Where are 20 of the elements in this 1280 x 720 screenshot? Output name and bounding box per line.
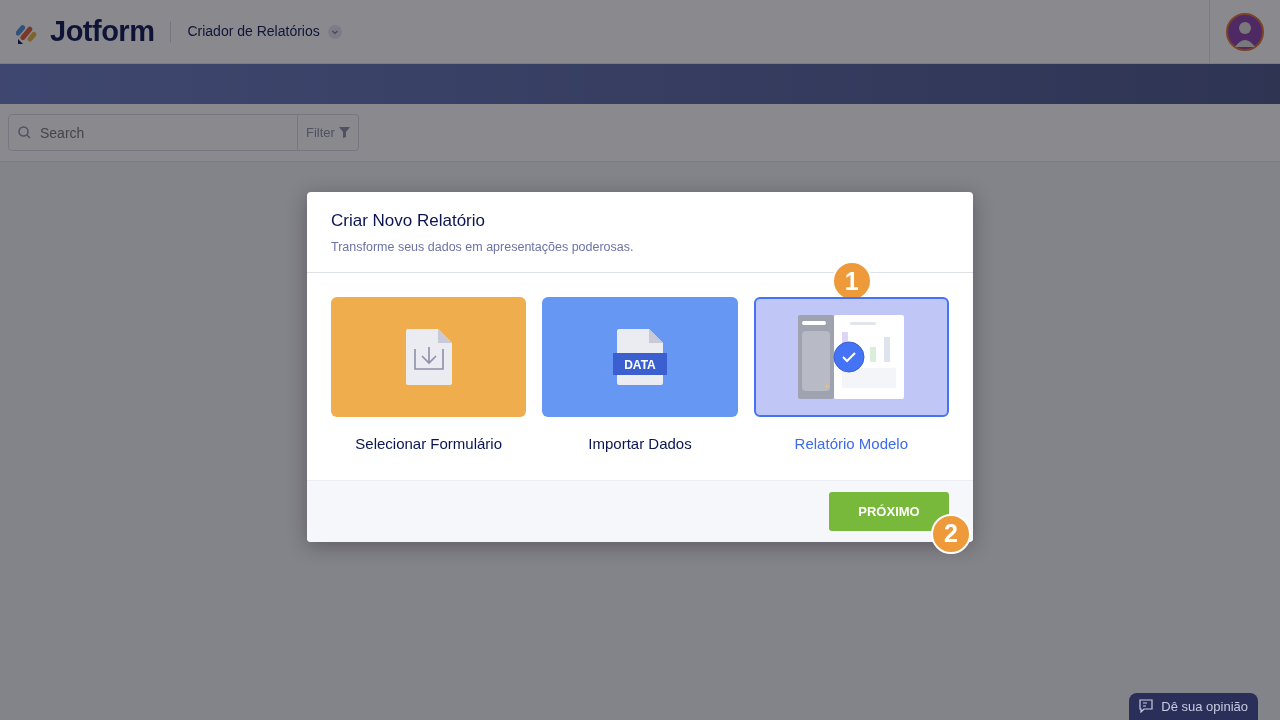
- brand-name: Jotform: [50, 13, 155, 49]
- option-label: Importar Dados: [588, 434, 692, 455]
- search-field[interactable]: Search: [8, 114, 298, 151]
- modal-subtitle: Transforme seus dados em apresentações poderosas.: [331, 238, 635, 256]
- modal-title: Criar Novo Relatório: [331, 210, 486, 232]
- filter-icon: [338, 127, 350, 138]
- chevron-down-icon[interactable]: [327, 24, 342, 39]
- option-label: Relatório Modelo: [794, 434, 908, 455]
- option-card[interactable]: DATA: [542, 297, 738, 418]
- data-file-icon: [613, 329, 667, 386]
- feedback-button[interactable]: Dê sua opinião: [1129, 692, 1258, 720]
- step-number-badge: 2: [931, 513, 971, 554]
- option-card[interactable]: [753, 297, 949, 418]
- option-label: Selecionar Formulário: [355, 434, 503, 455]
- app-title: Criador de Relatórios: [187, 22, 320, 41]
- document-download-icon: [405, 329, 452, 386]
- feedback-icon: [1139, 699, 1154, 714]
- avatar-icon[interactable]: [1226, 12, 1264, 51]
- data-label: DATA: [623, 357, 657, 375]
- search-icon: [18, 126, 31, 139]
